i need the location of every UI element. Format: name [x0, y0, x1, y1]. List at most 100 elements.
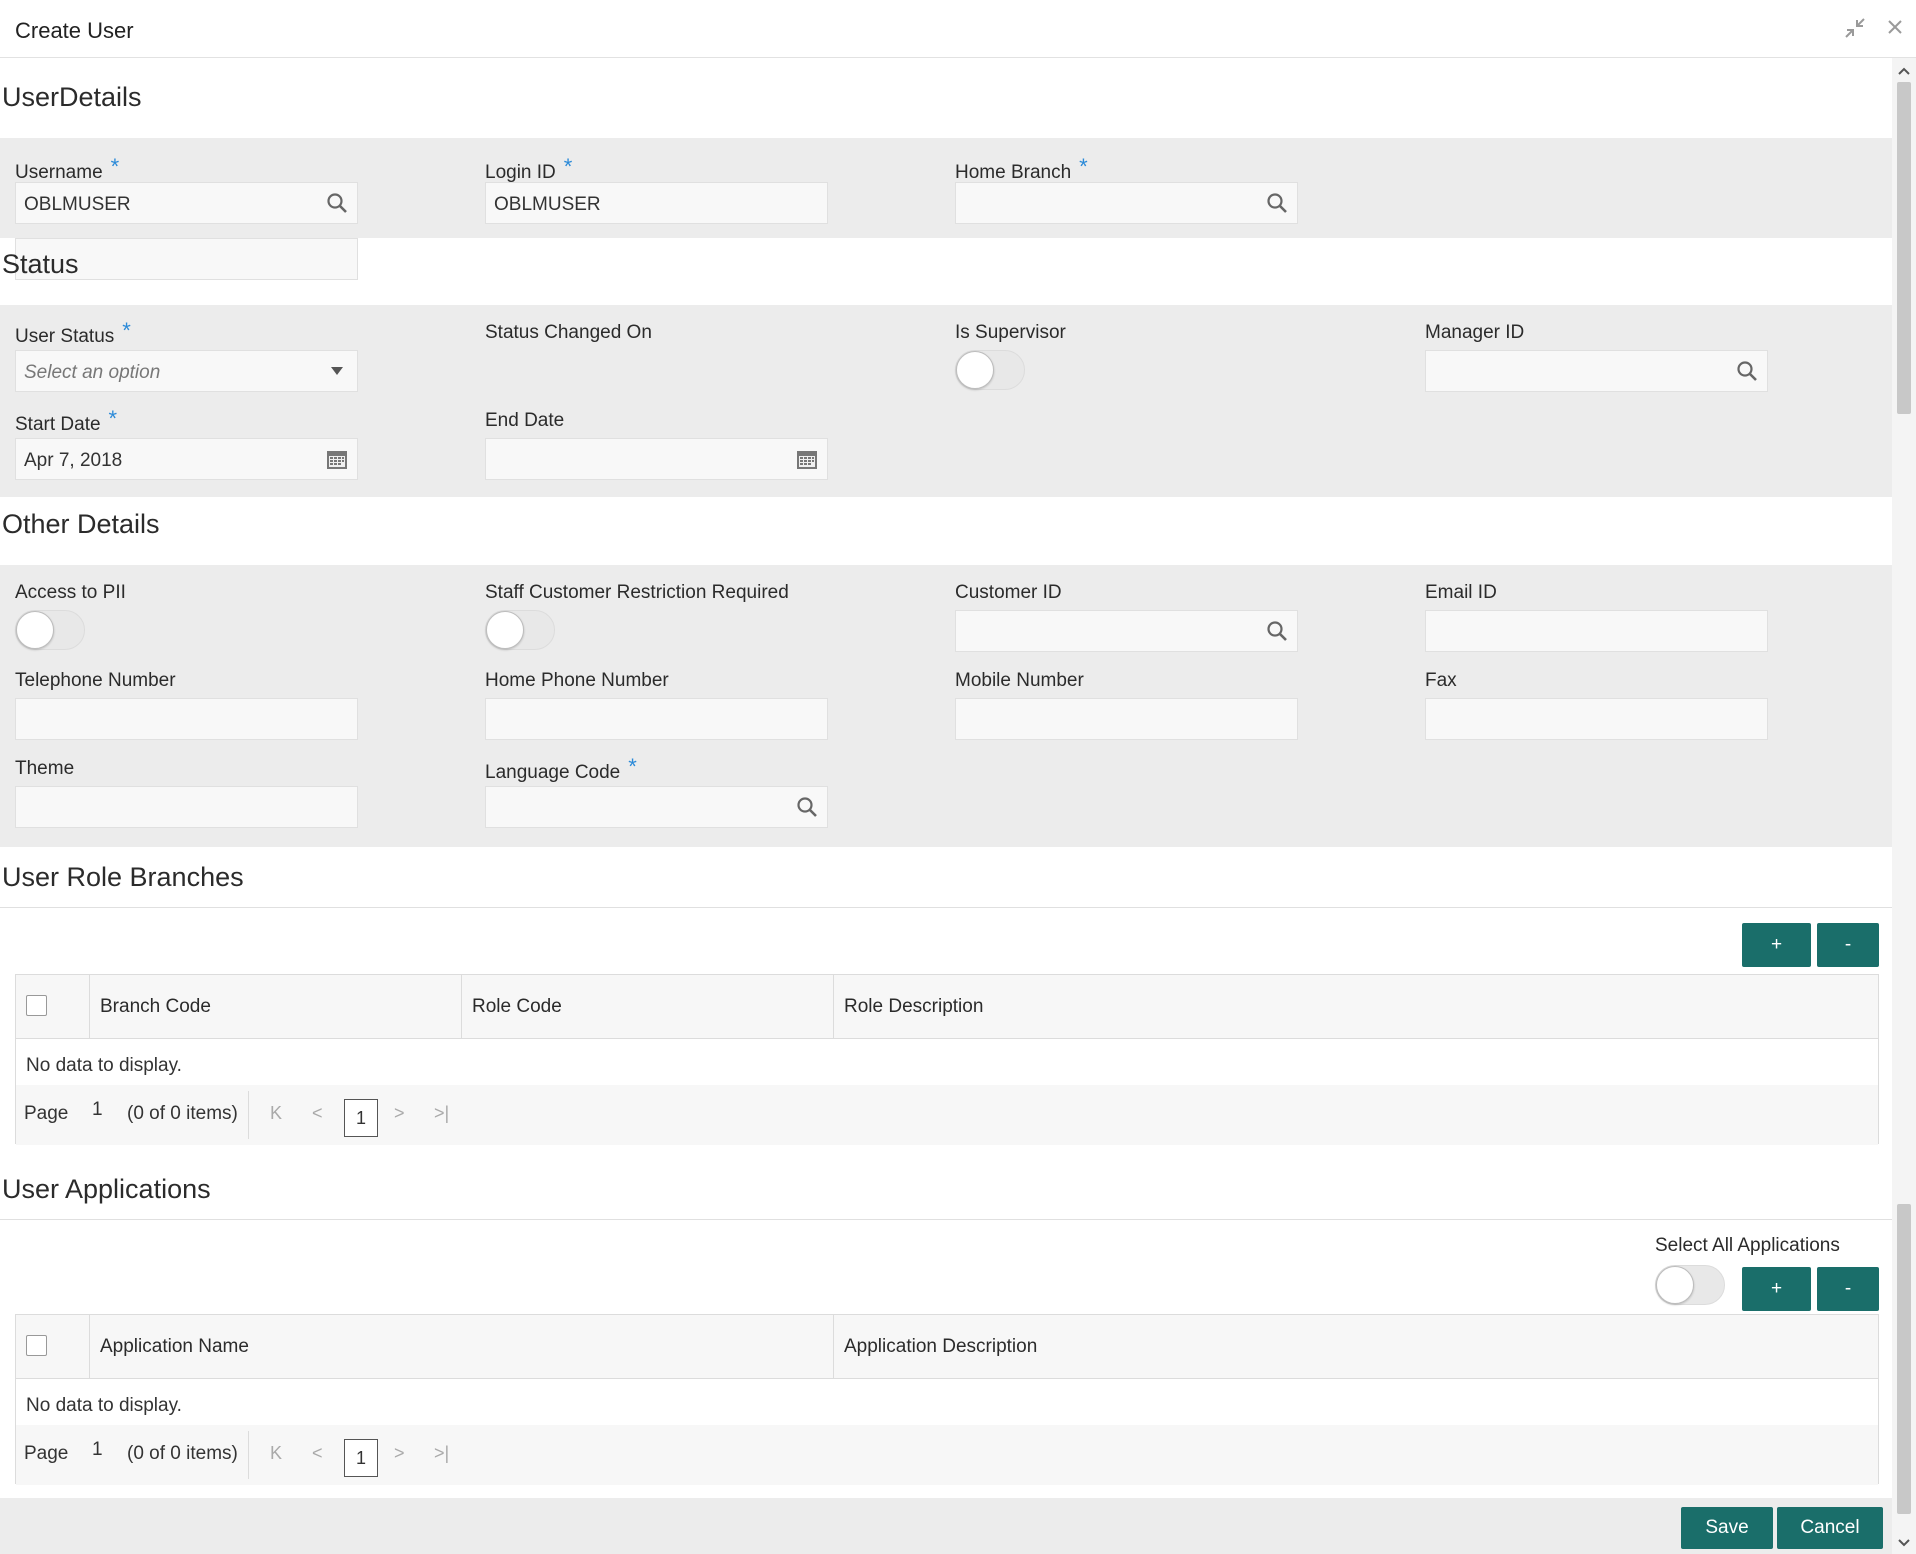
collapse-arrows-icon[interactable]: [1843, 17, 1867, 41]
table-header: Branch Code Role Code Role Description: [16, 975, 1878, 1039]
remove-role-branch-button[interactable]: -: [1817, 923, 1879, 967]
dialog-title-bar: Create User: [0, 0, 1916, 58]
column-header[interactable]: Branch Code: [90, 975, 462, 1039]
mobile-field[interactable]: [955, 698, 1298, 740]
page-number-input[interactable]: 1: [92, 1099, 103, 1121]
calendar-icon[interactable]: [317, 439, 357, 479]
pagination: Page 1 (0 of 0 items) K < 1 > >|: [16, 1085, 1878, 1145]
last-page-icon[interactable]: >|: [434, 1443, 449, 1464]
end-date-field[interactable]: [485, 438, 828, 480]
section-title-user-details: UserDetails: [2, 82, 142, 112]
applications-table: Application Name Application Description…: [15, 1314, 1879, 1485]
home-phone-label: Home Phone Number: [485, 670, 669, 691]
is-supervisor-label: Is Supervisor: [955, 322, 1066, 343]
role-branches-table: Branch Code Role Code Role Description N…: [15, 974, 1879, 1145]
next-page-icon[interactable]: >: [394, 1443, 405, 1464]
first-page-icon[interactable]: K: [270, 1443, 282, 1464]
section-title-role-branches: User Role Branches: [2, 862, 244, 892]
items-count: (0 of 0 items): [127, 1443, 238, 1464]
calendar-icon[interactable]: [787, 439, 827, 479]
language-code-label: Language Code *: [485, 754, 637, 783]
start-date-field[interactable]: Apr 7, 2018: [15, 438, 358, 480]
section-title-applications: User Applications: [2, 1174, 211, 1204]
email-id-label: Email ID: [1425, 582, 1497, 603]
is-supervisor-toggle[interactable]: [955, 350, 1025, 390]
theme-field[interactable]: [15, 786, 358, 828]
home-branch-field[interactable]: [955, 182, 1298, 224]
search-icon[interactable]: [1727, 351, 1767, 391]
search-icon[interactable]: [1257, 611, 1297, 651]
select-all-checkbox[interactable]: [26, 995, 47, 1016]
customer-id-field[interactable]: [955, 610, 1298, 652]
toggle-knob: [1656, 1266, 1694, 1304]
search-icon[interactable]: [1257, 183, 1297, 223]
language-code-field[interactable]: [485, 786, 828, 828]
dialog-body: UserDetails Username * OBLMUSER Login ID *…: [0, 58, 1892, 1554]
column-header[interactable]: Application Description: [834, 1315, 1878, 1379]
telephone-label: Telephone Number: [15, 670, 176, 691]
vertical-scrollbar[interactable]: [1892, 58, 1916, 1554]
access-pii-toggle[interactable]: [15, 610, 85, 650]
current-page-button[interactable]: 1: [344, 1099, 378, 1137]
manager-id-field[interactable]: [1425, 350, 1768, 392]
home-phone-field[interactable]: [485, 698, 828, 740]
access-pii-label: Access to PII: [15, 582, 126, 603]
toggle-knob: [486, 611, 524, 649]
prev-page-icon[interactable]: <: [312, 1103, 323, 1124]
next-page-icon[interactable]: >: [394, 1103, 405, 1124]
toggle-knob: [956, 351, 994, 389]
select-all-applications-label: Select All Applications: [1655, 1235, 1840, 1256]
start-date-label: Start Date *: [15, 406, 118, 435]
empty-message: No data to display.: [26, 1055, 182, 1076]
add-role-branch-button[interactable]: +: [1742, 923, 1811, 967]
caret-down-icon[interactable]: [317, 351, 357, 391]
prev-page-icon[interactable]: <: [312, 1443, 323, 1464]
theme-label: Theme: [15, 758, 75, 779]
staff-restriction-toggle[interactable]: [485, 610, 555, 650]
select-all-applications-toggle[interactable]: [1655, 1265, 1725, 1305]
remove-application-button[interactable]: -: [1817, 1267, 1879, 1311]
search-icon[interactable]: [787, 787, 827, 827]
column-header[interactable]: Role Code: [462, 975, 834, 1039]
first-page-icon[interactable]: K: [270, 1103, 282, 1124]
scroll-up-icon[interactable]: [1892, 60, 1916, 80]
page-label: Page: [24, 1443, 69, 1464]
telephone-field[interactable]: [15, 698, 358, 740]
empty-message: No data to display.: [26, 1395, 182, 1416]
mobile-label: Mobile Number: [955, 670, 1084, 691]
column-header[interactable]: Application Name: [90, 1315, 834, 1379]
staff-restriction-label: Staff Customer Restriction Required: [485, 582, 789, 603]
fax-field[interactable]: [1425, 698, 1768, 740]
scrollbar-thumb[interactable]: [1897, 1204, 1911, 1514]
search-icon[interactable]: [317, 183, 357, 223]
table-header: Application Name Application Description: [16, 1315, 1878, 1379]
select-all-checkbox[interactable]: [26, 1335, 47, 1356]
home-branch-label: Home Branch *: [955, 154, 1088, 183]
section-title-status: Status: [2, 249, 79, 279]
add-application-button[interactable]: +: [1742, 1267, 1811, 1311]
current-page-button[interactable]: 1: [344, 1439, 378, 1477]
divider: [248, 1091, 249, 1139]
page-label: Page: [24, 1103, 69, 1124]
cancel-button[interactable]: Cancel: [1777, 1507, 1883, 1549]
email-id-field[interactable]: [1425, 610, 1768, 652]
column-header[interactable]: Role Description: [834, 975, 1878, 1039]
dialog-title: Create User: [15, 18, 134, 43]
divider: [0, 907, 1892, 908]
last-page-icon[interactable]: >|: [434, 1103, 449, 1124]
login-id-field[interactable]: OBLMUSER: [485, 182, 828, 224]
username-field[interactable]: OBLMUSER: [15, 182, 358, 224]
username-label: Username *: [15, 154, 120, 183]
user-status-select[interactable]: Select an option: [15, 350, 358, 392]
login-id-label: Login ID *: [485, 154, 573, 183]
pagination: Page 1 (0 of 0 items) K < 1 > >|: [16, 1425, 1878, 1485]
save-button[interactable]: Save: [1681, 1507, 1773, 1549]
toggle-knob: [16, 611, 54, 649]
divider: [248, 1431, 249, 1479]
status-changed-on-label: Status Changed On: [485, 322, 652, 343]
scroll-down-icon[interactable]: [1892, 1532, 1916, 1552]
page-number-input[interactable]: 1: [92, 1439, 103, 1461]
scrollbar-thumb[interactable]: [1897, 82, 1911, 414]
close-icon[interactable]: [1883, 17, 1907, 41]
fax-label: Fax: [1425, 670, 1457, 691]
